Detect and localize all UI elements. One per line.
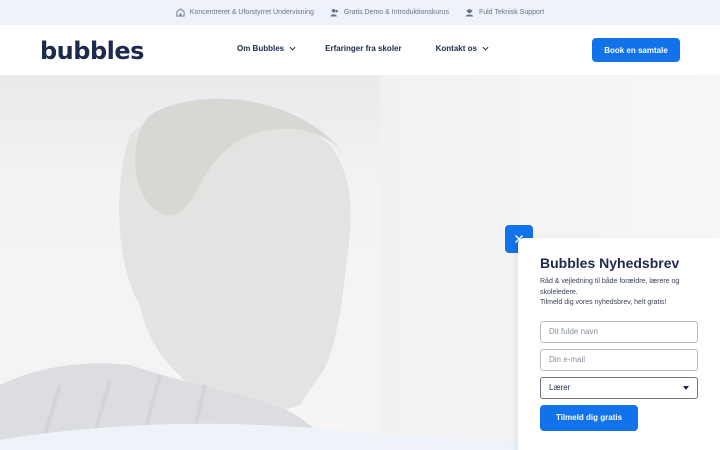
topbar-item-demo: Gratis Demo & Introduktionskurus	[330, 8, 449, 17]
chevron-down-icon	[289, 46, 296, 51]
newsletter-popup: Bubbles Nyhedsbrev Råd & vejledning til …	[518, 238, 720, 450]
site-header: bubbles Om Bubbles Erfaringer fra skoler…	[0, 25, 720, 75]
name-input[interactable]: Dit fulde navn	[540, 320, 698, 343]
nav-item-label: Om Bubbles	[237, 44, 285, 53]
main-nav: Om Bubbles Erfaringer fra skoler Kontakt…	[237, 44, 489, 53]
chevron-down-icon	[482, 46, 489, 51]
popup-description-cta: Tilmeld dig vores nyhedsbrev, helt grati…	[540, 299, 667, 306]
bubbles-logo[interactable]: bubbles	[40, 37, 144, 65]
school-icon	[176, 8, 185, 17]
name-input-placeholder: Dit fulde navn	[549, 327, 598, 336]
nav-item-om-bubbles[interactable]: Om Bubbles	[237, 44, 296, 53]
nav-item-kontakt[interactable]: Kontakt os	[436, 44, 489, 53]
book-call-button[interactable]: Book en samtale	[592, 38, 680, 62]
nav-item-label: Erfaringer fra skoler	[325, 44, 402, 53]
hero-image-woman	[0, 98, 351, 450]
topbar-item-label: Koncentreret & Uforstyrret Undervisning	[189, 9, 314, 16]
topbar-item-teaching: Koncentreret & Uforstyrret Undervisning	[176, 8, 314, 17]
email-input-placeholder: Din e-mail	[549, 355, 586, 364]
topbar-item-label: Gratis Demo & Introduktionskurus	[343, 9, 449, 16]
email-input[interactable]: Din e-mail	[540, 348, 698, 371]
users-icon	[330, 8, 338, 17]
topbar-item-label: Fuld Teknisk Support	[478, 9, 545, 16]
role-select-value: Lærer	[549, 383, 571, 392]
caret-down-icon	[683, 385, 689, 390]
popup-description: Råd & vejledning til både forældre, lære…	[540, 278, 680, 296]
subscribe-button[interactable]: Tilmeld dig gratis	[540, 404, 638, 431]
nav-item-label: Kontakt os	[435, 44, 477, 53]
popup-title: Bubbles Nyhedsbrev	[540, 255, 680, 271]
nav-item-erfaringer[interactable]: Erfaringer fra skoler	[325, 44, 401, 53]
support-icon	[465, 9, 474, 17]
role-select[interactable]: Lærer	[540, 376, 698, 399]
top-info-bar: Koncentreret & Uforstyrret Undervisning …	[0, 0, 720, 25]
topbar-item-support: Fuld Teknisk Support	[465, 8, 544, 17]
